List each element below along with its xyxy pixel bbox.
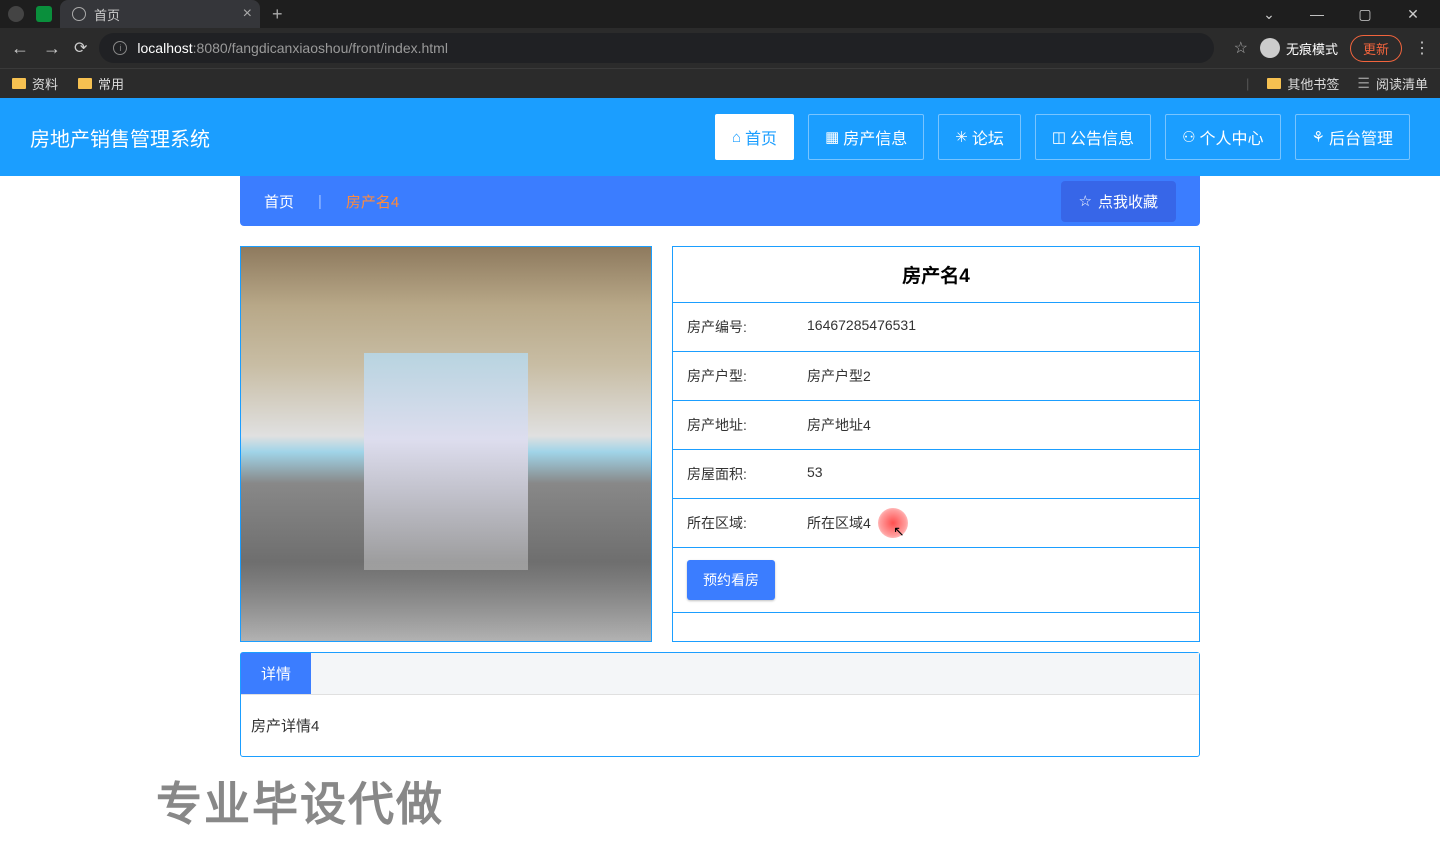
link-icon: ⚘ bbox=[1312, 128, 1325, 146]
folder-icon bbox=[12, 78, 26, 89]
bookmark-star-icon[interactable]: ☆ bbox=[1234, 38, 1248, 58]
breadcrumb-separator: | bbox=[318, 193, 322, 210]
tabs-header: 详情 bbox=[241, 653, 1199, 695]
detail-tabs-panel: 详情 房产详情4 bbox=[240, 652, 1200, 757]
new-tab-button[interactable]: + bbox=[260, 4, 295, 25]
address-bar: ← → ⟳ i localhost:8080/fangdicanxiaoshou… bbox=[0, 28, 1440, 68]
maximize-icon[interactable]: ▢ bbox=[1350, 6, 1380, 23]
tab-bar: 首页 × + ⌄ — ▢ ✕ bbox=[0, 0, 1440, 28]
breadcrumb: 首页 | 房产名4 ☆ 点我收藏 bbox=[240, 176, 1200, 226]
property-title: 房产名4 bbox=[673, 247, 1199, 303]
reload-button[interactable]: ⟳ bbox=[74, 38, 87, 58]
code-value: 16467285476531 bbox=[807, 317, 1185, 337]
type-value: 房产户型2 bbox=[807, 366, 1185, 386]
browser-chrome: 首页 × + ⌄ — ▢ ✕ ← → ⟳ i localhost:8080/fa… bbox=[0, 0, 1440, 98]
bookmark-icon: ◫ bbox=[1052, 128, 1066, 146]
close-window-icon[interactable]: ✕ bbox=[1398, 6, 1428, 23]
back-button[interactable]: ← bbox=[10, 38, 30, 59]
code-label: 房产编号: bbox=[687, 317, 807, 337]
reserve-button[interactable]: 预约看房 bbox=[687, 560, 775, 600]
info-row-addr: 房产地址: 房产地址4 bbox=[673, 401, 1199, 450]
nav-profile[interactable]: ⚇ 个人中心 bbox=[1165, 114, 1280, 160]
info-row-type: 房产户型: 房产户型2 bbox=[673, 352, 1199, 401]
reading-list[interactable]: ☰ 阅读清单 bbox=[1357, 74, 1428, 93]
url-input[interactable]: i localhost:8080/fangdicanxiaoshou/front… bbox=[99, 33, 1213, 63]
home-icon: ⌂ bbox=[732, 129, 741, 146]
minimize-icon[interactable]: — bbox=[1302, 6, 1332, 23]
property-info-panel: 房产名4 房产编号: 16467285476531 房产户型: 房产户型2 房产… bbox=[672, 246, 1200, 642]
tab-title: 首页 bbox=[94, 5, 120, 24]
update-button[interactable]: 更新 bbox=[1350, 35, 1402, 62]
watermark-text: 专业毕设代做 bbox=[156, 768, 444, 834]
type-label: 房产户型: bbox=[687, 366, 807, 386]
url-host: localhost bbox=[137, 40, 192, 56]
breadcrumb-home[interactable]: 首页 bbox=[264, 191, 294, 212]
incognito-indicator[interactable]: 无痕模式 bbox=[1260, 38, 1338, 58]
list-icon: ☰ bbox=[1357, 75, 1370, 92]
forward-button[interactable]: → bbox=[42, 38, 62, 59]
browser-menu-icon[interactable]: ⋮ bbox=[1414, 38, 1430, 58]
other-bookmarks[interactable]: 其他书签 bbox=[1267, 74, 1339, 93]
nav-admin[interactable]: ⚘ 后台管理 bbox=[1295, 114, 1410, 160]
globe-icon bbox=[72, 7, 86, 21]
top-navigation: 房地产销售管理系统 ⌂ 首页 ▦ 房产信息 ✳ 论坛 ◫ 公告信息 ⚇ 个人中心 bbox=[0, 98, 1440, 176]
addr-value: 房产地址4 bbox=[807, 415, 1185, 435]
nav-notice[interactable]: ◫ 公告信息 bbox=[1035, 114, 1151, 160]
site-info-icon[interactable]: i bbox=[113, 41, 127, 55]
nav-property[interactable]: ▦ 房产信息 bbox=[808, 114, 924, 160]
tab-detail[interactable]: 详情 bbox=[241, 653, 311, 694]
incognito-icon bbox=[1260, 38, 1280, 58]
detail-content: 房产详情4 bbox=[241, 695, 1199, 756]
browser-tab[interactable]: 首页 × bbox=[60, 0, 260, 28]
addr-label: 房产地址: bbox=[687, 415, 807, 435]
grid-icon: ▦ bbox=[825, 128, 839, 146]
favorite-button[interactable]: ☆ 点我收藏 bbox=[1061, 181, 1176, 222]
info-row-area: 房屋面积: 53 bbox=[673, 450, 1199, 499]
nav-home[interactable]: ⌂ 首页 bbox=[715, 114, 794, 160]
folder-icon bbox=[1267, 78, 1281, 89]
breadcrumb-current: 房产名4 bbox=[346, 191, 399, 212]
area-value: 53 bbox=[807, 464, 1185, 484]
bookmark-folder-2[interactable]: 常用 bbox=[78, 74, 124, 93]
bookmarks-bar: 资料 常用 | 其他书签 ☰ 阅读清单 bbox=[0, 68, 1440, 98]
asterisk-icon: ✳ bbox=[955, 128, 968, 146]
url-path: :8080/fangdicanxiaoshou/front/index.html bbox=[193, 40, 448, 56]
system-tab-icon-1[interactable] bbox=[8, 6, 24, 22]
system-tab-icon-2[interactable] bbox=[36, 6, 52, 22]
folder-icon bbox=[78, 78, 92, 89]
region-label: 所在区域: bbox=[687, 513, 807, 533]
page-content: 房地产销售管理系统 ⌂ 首页 ▦ 房产信息 ✳ 论坛 ◫ 公告信息 ⚇ 个人中心 bbox=[0, 98, 1440, 864]
bookmark-folder-1[interactable]: 资料 bbox=[12, 74, 58, 93]
site-logo: 房地产销售管理系统 bbox=[30, 123, 210, 152]
close-tab-icon[interactable]: × bbox=[243, 5, 252, 23]
nav-forum[interactable]: ✳ 论坛 bbox=[938, 114, 1021, 160]
area-label: 房屋面积: bbox=[687, 464, 807, 484]
region-value: 所在区域4 bbox=[807, 513, 1185, 533]
chevron-down-icon[interactable]: ⌄ bbox=[1254, 6, 1284, 23]
info-row-region: 所在区域: 所在区域4 bbox=[673, 499, 1199, 548]
star-icon: ☆ bbox=[1079, 192, 1092, 210]
user-icon: ⚇ bbox=[1182, 128, 1195, 146]
info-row-code: 房产编号: 16467285476531 bbox=[673, 303, 1199, 352]
property-photo bbox=[240, 246, 652, 642]
